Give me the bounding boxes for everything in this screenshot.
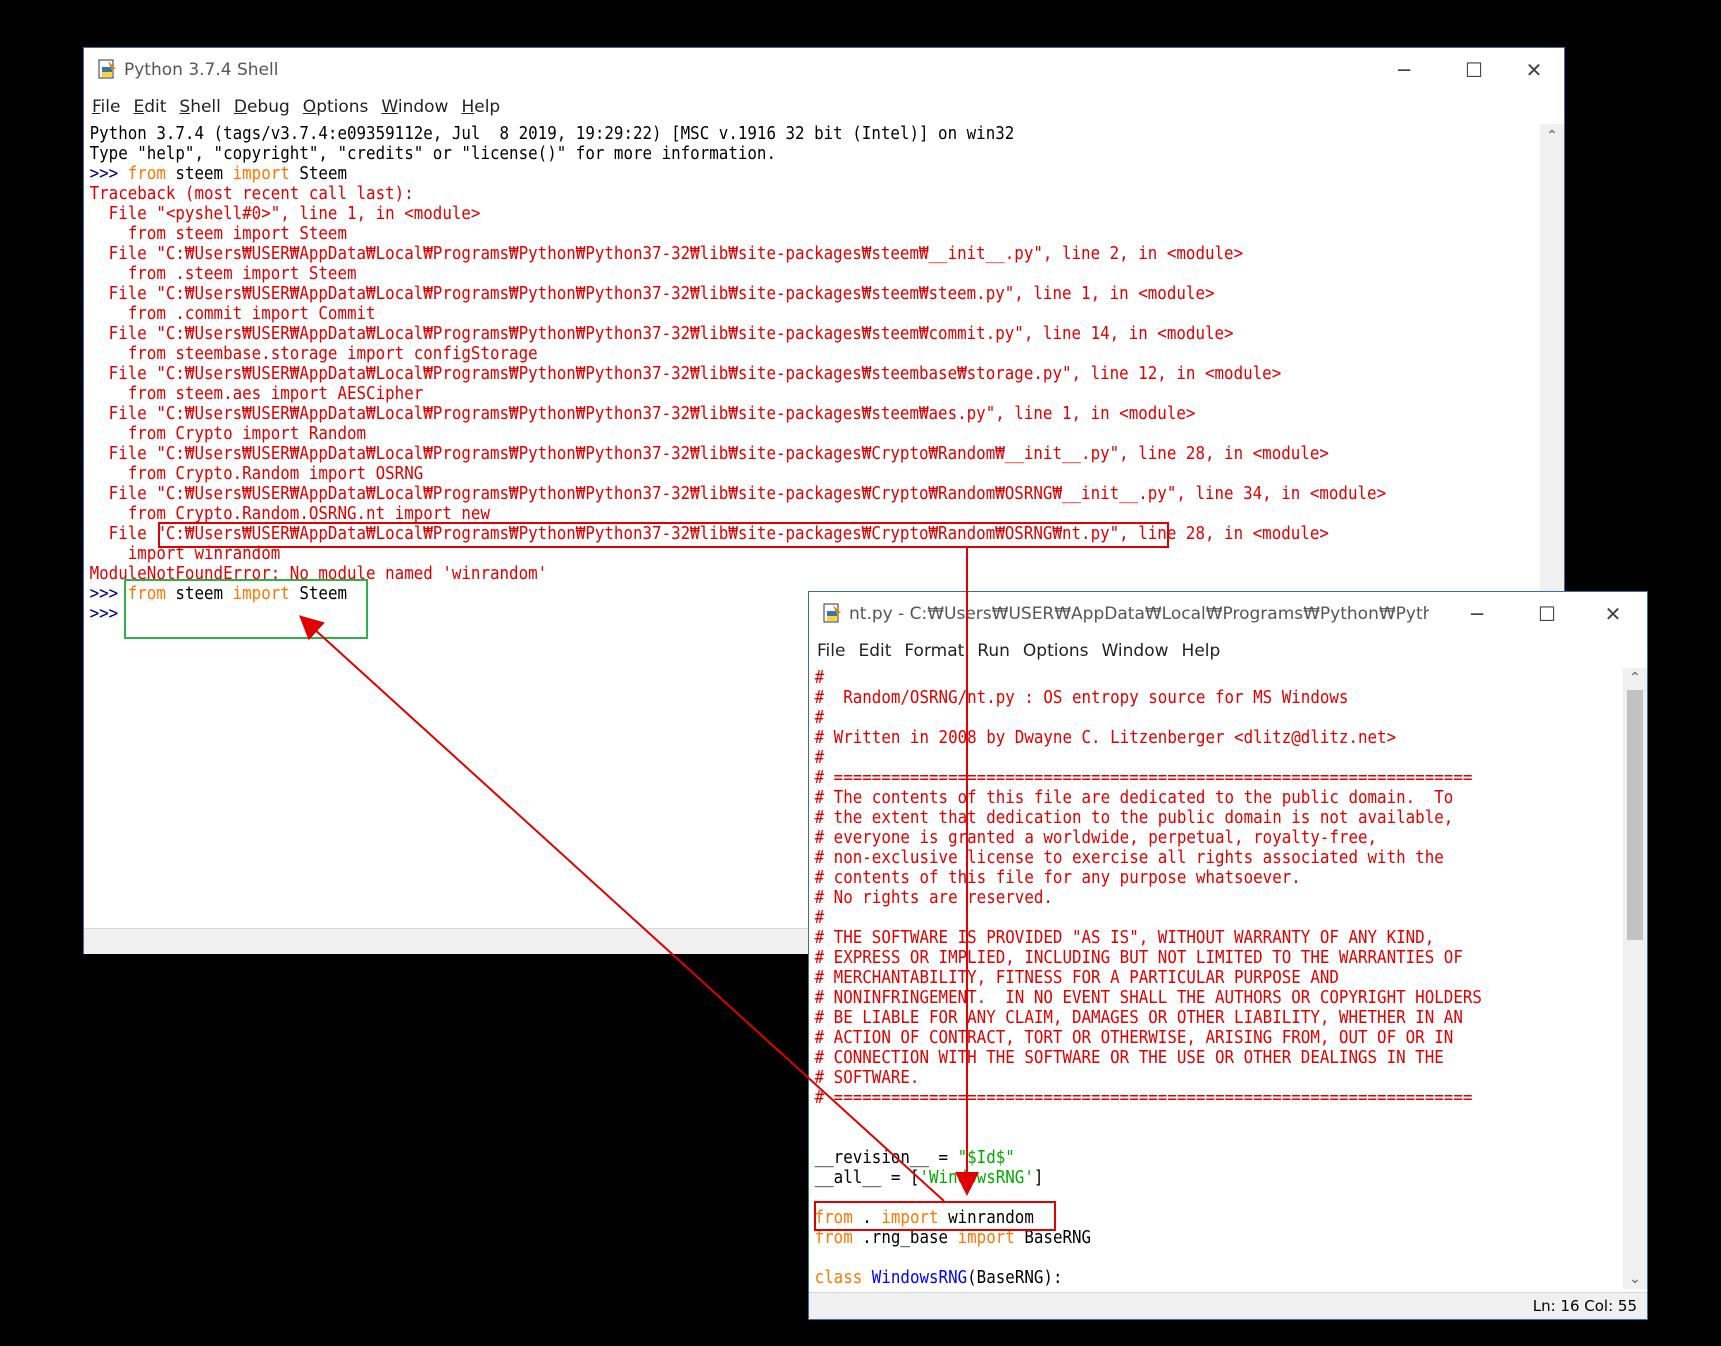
annotation-arrows [299,548,979,1202]
arrow-file-to-shell [299,615,945,1202]
